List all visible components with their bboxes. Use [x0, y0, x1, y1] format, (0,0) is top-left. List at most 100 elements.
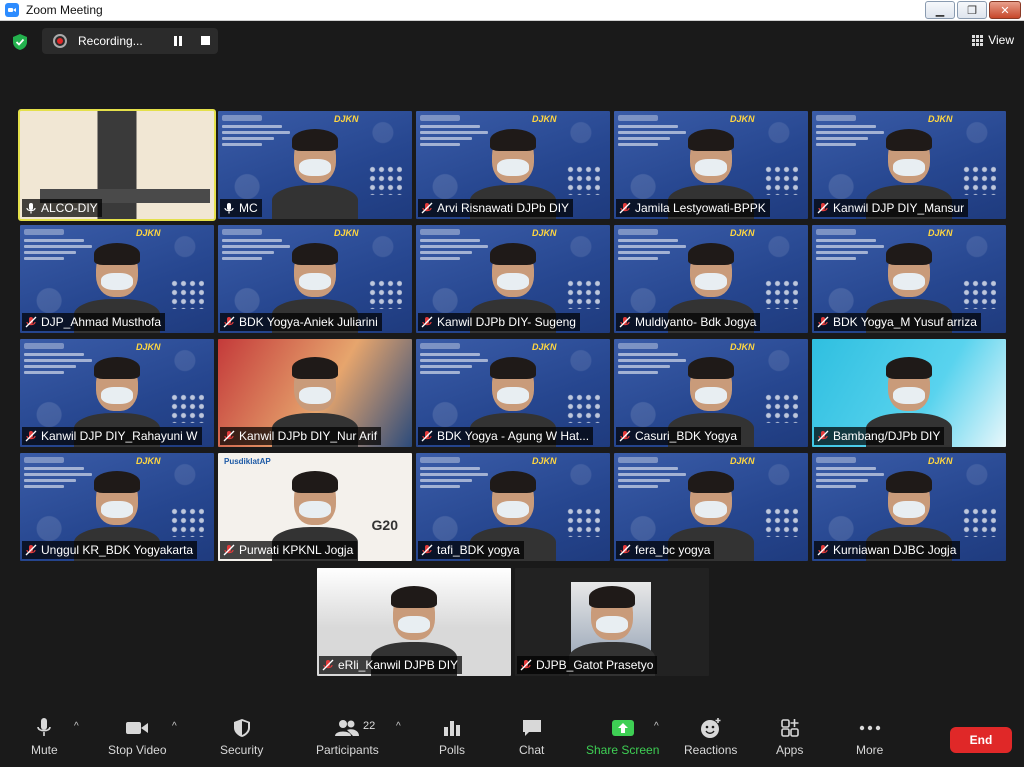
participant-name-label: BDK Yogya-Aniek Juliarini [220, 313, 382, 331]
polls-button[interactable]: Polls [439, 717, 465, 757]
gear-decoration-icon [368, 165, 402, 195]
participant-tile[interactable]: DJKN Jamila Lestyowati-BPPK [614, 111, 808, 219]
participants-icon [335, 717, 360, 739]
stop-video-button[interactable]: Stop Video [108, 717, 167, 757]
chat-button[interactable]: Chat [519, 717, 544, 757]
participant-name: DJPB_Gatot Prasetyo [536, 658, 654, 672]
muted-microphone-icon [421, 202, 433, 214]
muted-microphone-icon [817, 544, 829, 556]
participant-name: MC [239, 201, 258, 215]
window-titlebar: Zoom Meeting ▁ ❐ ✕ [0, 0, 1024, 21]
participant-name-label: Kanwil DJPb DIY- Sugeng [418, 313, 580, 331]
muted-microphone-icon [421, 544, 433, 556]
participant-tile[interactable]: PusdiklatAP G20 Purwati KPKNL Jogja [218, 453, 412, 561]
close-window-button[interactable]: ✕ [989, 1, 1021, 19]
gear-decoration-icon [566, 279, 600, 309]
participant-name: Jamila Lestyowati-BPPK [635, 201, 766, 215]
muted-microphone-icon [817, 202, 829, 214]
participant-tile[interactable]: DJKN Kanwil DJP DIY_Mansur [812, 111, 1006, 219]
participant-tile[interactable]: DJKN tafi_BDK yogya [416, 453, 610, 561]
participant-name-label: BDK Yogya_M Yusuf arriza [814, 313, 981, 331]
video-options-chevron-icon[interactable]: ^ [172, 721, 177, 732]
gear-decoration-icon [170, 507, 204, 537]
muted-microphone-icon [619, 316, 631, 328]
stop-recording-icon[interactable] [201, 36, 210, 45]
reactions-button[interactable]: Reactions [684, 717, 737, 757]
security-shield-icon [230, 717, 254, 739]
participant-tile[interactable]: DJKN Muldiyanto- Bdk Jogya [614, 225, 808, 333]
muted-microphone-icon [25, 430, 37, 442]
muted-microphone-icon [817, 316, 829, 328]
share-screen-label: Share Screen [586, 743, 660, 757]
participant-tile[interactable]: DJKN BDK Yogya - Agung W Hat... [416, 339, 610, 447]
participant-tile[interactable]: Kanwil DJPb DIY_Nur Arif [218, 339, 412, 447]
muted-microphone-icon [25, 544, 37, 556]
meeting-toolbar: Mute ^ Stop Video ^ Security Participant… [0, 711, 1024, 767]
participant-tile[interactable]: DJKN BDK Yogya_M Yusuf arriza [812, 225, 1006, 333]
maximize-button[interactable]: ❐ [957, 1, 987, 19]
participant-tile[interactable]: DJKN MC [218, 111, 412, 219]
polls-icon [440, 717, 464, 739]
view-button[interactable]: View [972, 33, 1014, 47]
reactions-label: Reactions [684, 743, 738, 757]
participant-name-label: Kanwil DJPb DIY_Nur Arif [220, 427, 382, 445]
participant-name: Purwati KPKNL Jogja [239, 543, 354, 557]
recording-indicator: Recording... [42, 28, 218, 54]
participant-tile[interactable]: DJKN BDK Yogya-Aniek Juliarini [218, 225, 412, 333]
participant-name-label: fera_bc yogya [616, 541, 715, 559]
participant-name: Muldiyanto- Bdk Jogya [635, 315, 757, 329]
participant-tile[interactable]: Bambang/DJPb DIY [812, 339, 1006, 447]
participant-tile[interactable]: DJPB_Gatot Prasetyo [515, 568, 709, 676]
mute-button[interactable]: Mute [31, 717, 58, 757]
gear-decoration-icon [170, 279, 204, 309]
microphone-icon [32, 717, 56, 739]
apps-button[interactable]: Apps [776, 717, 803, 757]
view-label: View [988, 33, 1014, 47]
apps-label: Apps [776, 743, 804, 757]
share-options-chevron-icon[interactable]: ^ [654, 721, 659, 732]
muted-microphone-icon [619, 430, 631, 442]
video-camera-icon [125, 717, 149, 739]
participant-tile[interactable]: DJKN DJP_Ahmad Musthofa [20, 225, 214, 333]
audio-options-chevron-icon[interactable]: ^ [74, 721, 79, 732]
pause-recording-icon[interactable] [174, 36, 184, 46]
muted-microphone-icon [619, 202, 631, 214]
participants-chevron-icon[interactable]: ^ [396, 721, 401, 732]
chat-bubble-icon [520, 717, 544, 739]
participant-tile[interactable]: DJKN Casuri_BDK Yogya [614, 339, 808, 447]
security-button[interactable]: Security [220, 717, 263, 757]
meeting-area: Recording... View ALCO-DIY DJKN MC DJKN Arvi… [0, 21, 1024, 711]
participant-tile[interactable]: DJKN Kanwil DJPb DIY- Sugeng [416, 225, 610, 333]
apps-icon [778, 717, 802, 739]
participant-name: fera_bc yogya [635, 543, 711, 557]
participant-tile[interactable]: ALCO-DIY [18, 109, 216, 221]
muted-microphone-icon [817, 430, 829, 442]
participant-name: Kanwil DJPb DIY_Nur Arif [239, 429, 378, 443]
participant-tile[interactable]: DJKN Arvi Risnawati DJPb DIY [416, 111, 610, 219]
participant-tile[interactable]: eRli_Kanwil DJPB DIY [317, 568, 511, 676]
participant-tile[interactable]: DJKN Kanwil DJP DIY_Rahayuni W [20, 339, 214, 447]
participant-name-label: MC [220, 199, 262, 217]
recording-label: Recording... [78, 34, 143, 48]
minimize-button[interactable]: ▁ [925, 1, 955, 19]
participant-name: ALCO-DIY [41, 201, 98, 215]
encryption-shield-icon[interactable] [12, 33, 28, 51]
mute-label: Mute [31, 743, 58, 757]
participant-name: Arvi Risnawati DJPb DIY [437, 201, 570, 215]
participant-name: BDK Yogya_M Yusuf arriza [833, 315, 977, 329]
participant-tile[interactable]: DJKN Kurniawan DJBC Jogja [812, 453, 1006, 561]
participant-name-label: Muldiyanto- Bdk Jogya [616, 313, 761, 331]
muted-microphone-icon [421, 430, 433, 442]
participant-name: Unggul KR_BDK Yogyakarta [41, 543, 194, 557]
participant-name: eRli_Kanwil DJPB DIY [338, 658, 459, 672]
end-meeting-button[interactable]: End [950, 727, 1012, 753]
participant-tile[interactable]: DJKN fera_bc yogya [614, 453, 808, 561]
participant-name: Kanwil DJP DIY_Mansur [833, 201, 965, 215]
participant-name-label: Purwati KPKNL Jogja [220, 541, 358, 559]
participant-name: BDK Yogya - Agung W Hat... [437, 429, 590, 443]
gear-decoration-icon [962, 507, 996, 537]
more-button[interactable]: More [856, 717, 883, 757]
participant-name-label: Arvi Risnawati DJPb DIY [418, 199, 574, 217]
share-screen-button[interactable]: Share Screen [586, 717, 659, 757]
participant-tile[interactable]: DJKN Unggul KR_BDK Yogyakarta [20, 453, 214, 561]
